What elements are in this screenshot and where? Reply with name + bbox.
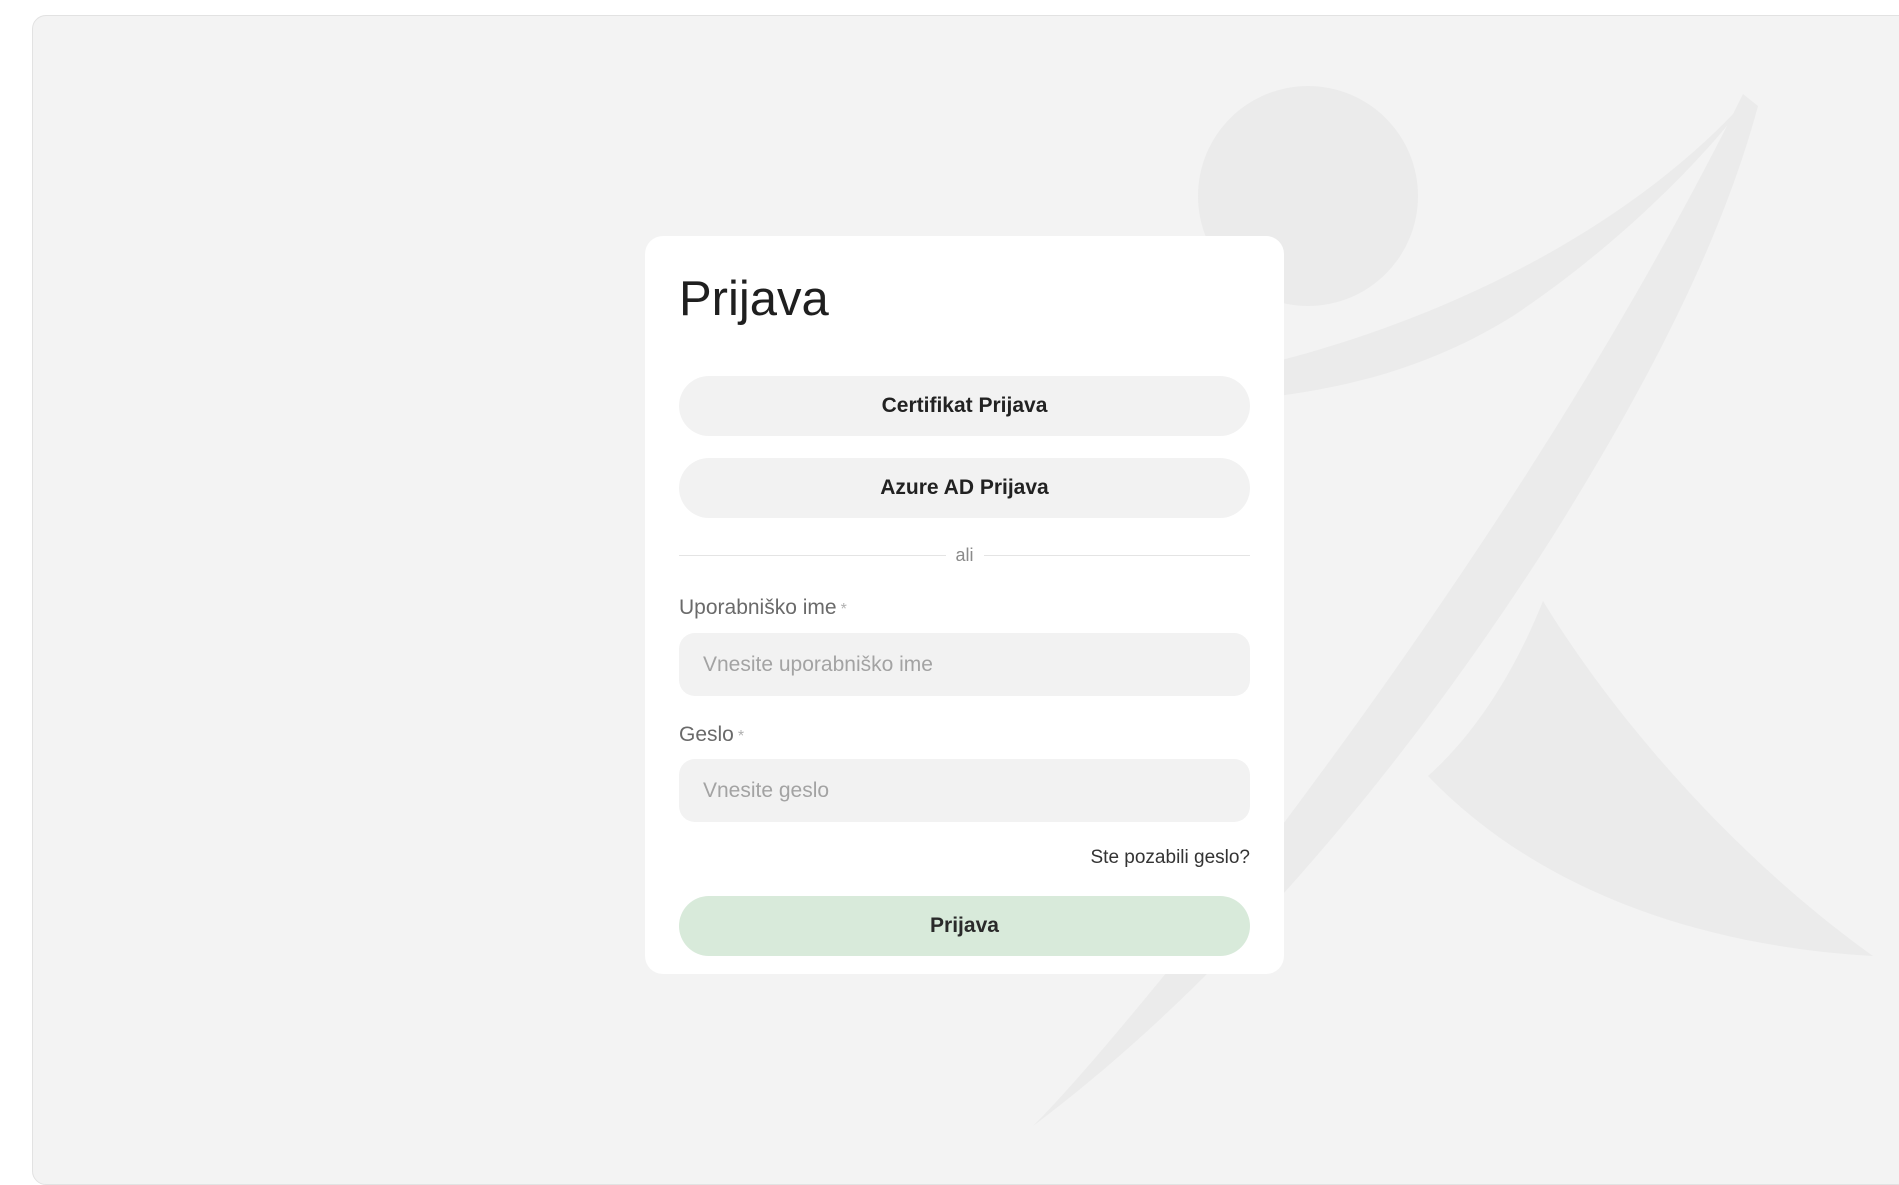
certificate-login-button[interactable]: Certifikat Prijava	[679, 376, 1250, 436]
password-label-text: Geslo	[679, 723, 734, 746]
password-required-marker: *	[737, 728, 745, 745]
password-label: Geslo *	[679, 723, 744, 747]
username-label: Uporabniško ime *	[679, 596, 847, 620]
username-label-text: Uporabniško ime	[679, 596, 837, 619]
page-title: Prijava	[679, 272, 829, 326]
app-frame: Prijava Certifikat Prijava Azure AD Prij…	[32, 15, 1899, 1185]
watermark-leg	[1428, 601, 1873, 956]
or-divider: ali	[679, 540, 1251, 570]
divider-text: ali	[955, 544, 974, 565]
login-submit-button[interactable]: Prijava	[679, 896, 1250, 956]
divider-line-left	[679, 554, 946, 556]
username-required-marker: *	[840, 601, 847, 618]
username-input[interactable]	[679, 633, 1250, 696]
password-input[interactable]	[679, 759, 1250, 822]
forgot-password-link[interactable]: Ste pozabili geslo?	[1091, 847, 1251, 869]
login-card: Prijava Certifikat Prijava Azure AD Prij…	[645, 236, 1284, 974]
divider-line-right	[983, 554, 1251, 556]
azure-ad-login-button[interactable]: Azure AD Prijava	[679, 458, 1250, 518]
